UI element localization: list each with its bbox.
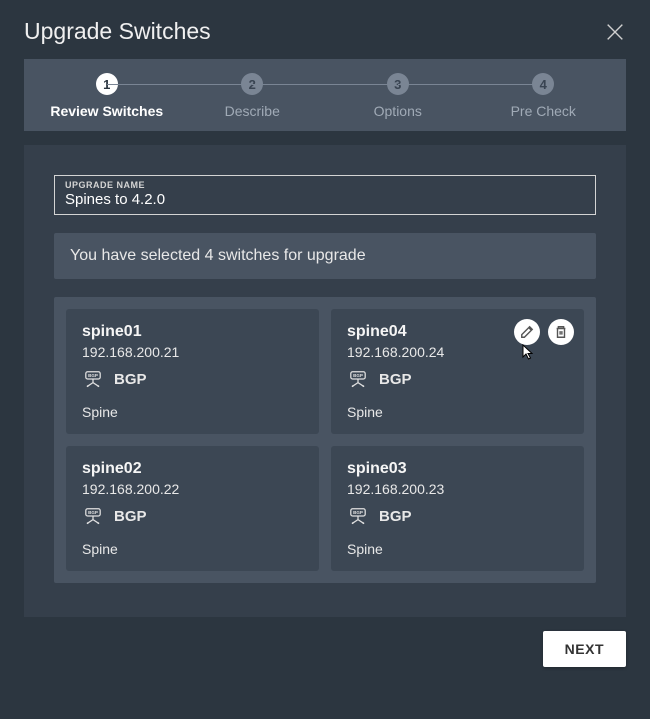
pencil-icon <box>520 325 534 339</box>
dialog-title: Upgrade Switches <box>24 18 211 45</box>
switch-hostname: spine03 <box>347 460 568 478</box>
trash-icon <box>554 325 568 339</box>
upgrade-name-label: UPGRADE NAME <box>65 180 585 190</box>
step-content: UPGRADE NAME You have selected 4 switche… <box>24 145 626 617</box>
router-icon: BGP <box>347 507 369 525</box>
switch-hostname: spine01 <box>82 323 303 341</box>
svg-text:BGP: BGP <box>353 373 363 378</box>
next-button[interactable]: NEXT <box>543 631 626 667</box>
switch-grid-container: spine01 192.168.200.21 BGP BGP Spine spi… <box>54 297 596 583</box>
switch-ip: 192.168.200.24 <box>347 344 568 360</box>
close-button[interactable] <box>604 21 626 43</box>
switch-hostname: spine02 <box>82 460 303 478</box>
step-label: Describe <box>225 103 280 119</box>
switch-role: Spine <box>82 404 303 420</box>
step-number: 4 <box>532 73 554 95</box>
switch-role: Spine <box>82 541 303 557</box>
wizard-stepper: 1 Review Switches 2 Describe 3 Options 4… <box>24 59 626 131</box>
switch-role: Spine <box>347 404 568 420</box>
protocol-label: BGP <box>379 371 412 388</box>
switch-protocol: BGP BGP <box>82 370 303 388</box>
wizard-step-3[interactable]: 3 Options <box>325 73 471 119</box>
switch-grid: spine01 192.168.200.21 BGP BGP Spine spi… <box>66 309 584 571</box>
wizard-step-1[interactable]: 1 Review Switches <box>34 73 180 119</box>
switch-ip: 192.168.200.21 <box>82 344 303 360</box>
switch-protocol: BGP BGP <box>347 507 568 525</box>
router-icon: BGP <box>347 370 369 388</box>
step-label: Review Switches <box>50 103 163 119</box>
upgrade-name-input[interactable] <box>65 190 585 208</box>
switch-card[interactable]: spine03 192.168.200.23 BGP BGP Spine <box>331 446 584 571</box>
switch-card[interactable]: spine02 192.168.200.22 BGP BGP Spine <box>66 446 319 571</box>
router-icon: BGP <box>82 370 104 388</box>
protocol-label: BGP <box>379 508 412 525</box>
close-icon <box>604 21 626 43</box>
svg-text:BGP: BGP <box>88 373 98 378</box>
svg-text:BGP: BGP <box>353 510 363 515</box>
edit-button[interactable] <box>514 319 540 345</box>
switch-role: Spine <box>347 541 568 557</box>
wizard-step-4[interactable]: 4 Pre Check <box>471 73 617 119</box>
wizard-step-2[interactable]: 2 Describe <box>180 73 326 119</box>
switch-ip: 192.168.200.22 <box>82 481 303 497</box>
switch-ip: 192.168.200.23 <box>347 481 568 497</box>
step-label: Options <box>374 103 422 119</box>
upgrade-name-field[interactable]: UPGRADE NAME <box>54 175 596 215</box>
card-actions <box>514 319 574 345</box>
switch-card[interactable]: spine01 192.168.200.21 BGP BGP Spine <box>66 309 319 434</box>
svg-text:BGP: BGP <box>88 510 98 515</box>
selection-info: You have selected 4 switches for upgrade <box>54 233 596 279</box>
switch-protocol: BGP BGP <box>347 370 568 388</box>
router-icon: BGP <box>82 507 104 525</box>
switch-card[interactable]: spine04 192.168.200.24 BGP BGP Spine <box>331 309 584 434</box>
dialog-header: Upgrade Switches <box>24 18 626 45</box>
switch-protocol: BGP BGP <box>82 507 303 525</box>
upgrade-dialog: Upgrade Switches 1 Review Switches 2 Des… <box>0 0 650 719</box>
protocol-label: BGP <box>114 508 147 525</box>
step-label: Pre Check <box>511 103 576 119</box>
protocol-label: BGP <box>114 371 147 388</box>
dialog-footer: NEXT <box>24 631 626 685</box>
delete-button[interactable] <box>548 319 574 345</box>
